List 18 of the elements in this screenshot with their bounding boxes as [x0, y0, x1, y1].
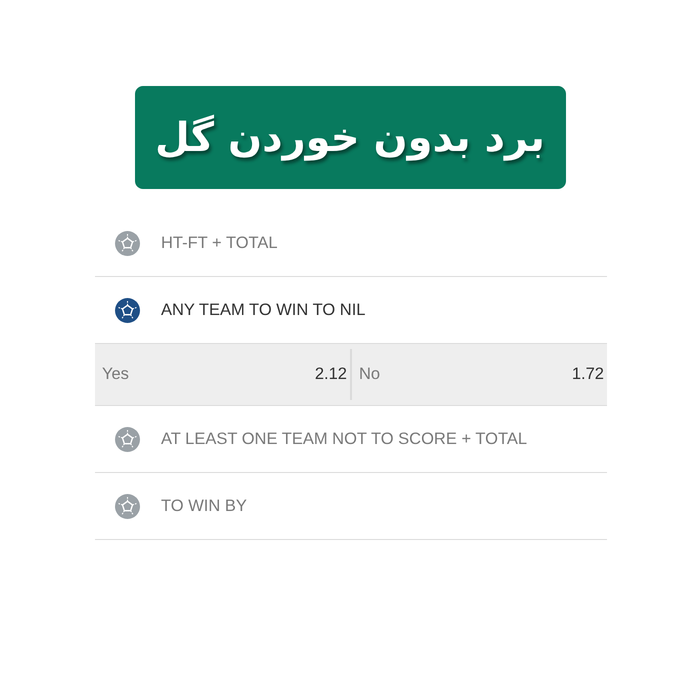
market-name: TO WIN BY [161, 496, 247, 516]
market-name: AT LEAST ONE TEAM NOT TO SCORE + TOTAL [161, 430, 528, 448]
market-header[interactable]: TO WIN BY [95, 473, 607, 540]
market-header[interactable]: AT LEAST ONE TEAM NOT TO SCORE + TOTAL [95, 406, 607, 473]
ball-icon [115, 426, 140, 452]
ball-icon [115, 230, 140, 256]
ball-icon [115, 494, 140, 518]
outcome-label: No [359, 365, 380, 384]
market-name: HT-FT + TOTAL [161, 234, 278, 252]
market-header[interactable]: HT-FT + TOTAL [95, 210, 607, 277]
odds-button[interactable]: Yes 2.12 [95, 344, 350, 405]
odds-button[interactable]: No 1.72 [352, 344, 607, 405]
ball-icon [115, 298, 140, 322]
market-name: ANY TEAM TO WIN TO NIL [161, 300, 366, 320]
odds-value: 2.12 [314, 365, 347, 384]
outcome-label: Yes [102, 365, 129, 384]
odds-value: 1.72 [572, 365, 604, 384]
banner-title: برد بدون خوردن گل [155, 114, 545, 160]
